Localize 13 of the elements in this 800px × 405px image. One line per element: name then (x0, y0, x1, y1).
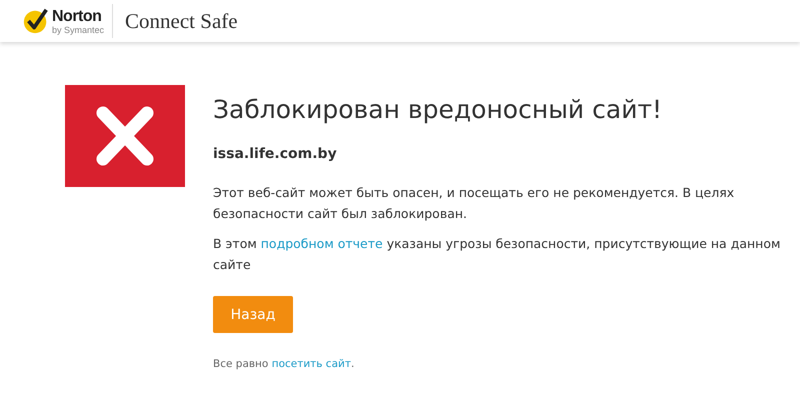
back-button[interactable]: Назад (213, 296, 293, 333)
page-title: Заблокирован вредоносный сайт! (213, 94, 664, 126)
visit-anyway-text: Все равно посетить сайт. (213, 358, 356, 370)
brand-name: Norton (52, 8, 102, 24)
warning-text: Этот веб-сайт может быть опасен, и посещать его не рекомендуется. В целях безопасности сайт был заблокирован. (213, 184, 736, 223)
checkmark-logo-icon (22, 7, 50, 35)
product-name: Connect Safe (125, 8, 238, 34)
report-link[interactable]: подробном отчете (260, 236, 383, 251)
visit-site-link[interactable]: посетить сайт (272, 358, 351, 370)
brand-subtitle: by Symantec (52, 24, 104, 34)
site-domain: issa.life.com.by (213, 146, 338, 162)
blocked-cross-icon (65, 85, 185, 187)
report-text: В этом подробном отчете указаны угрозы безопасности, присутствующие на данном сайте (213, 235, 782, 274)
